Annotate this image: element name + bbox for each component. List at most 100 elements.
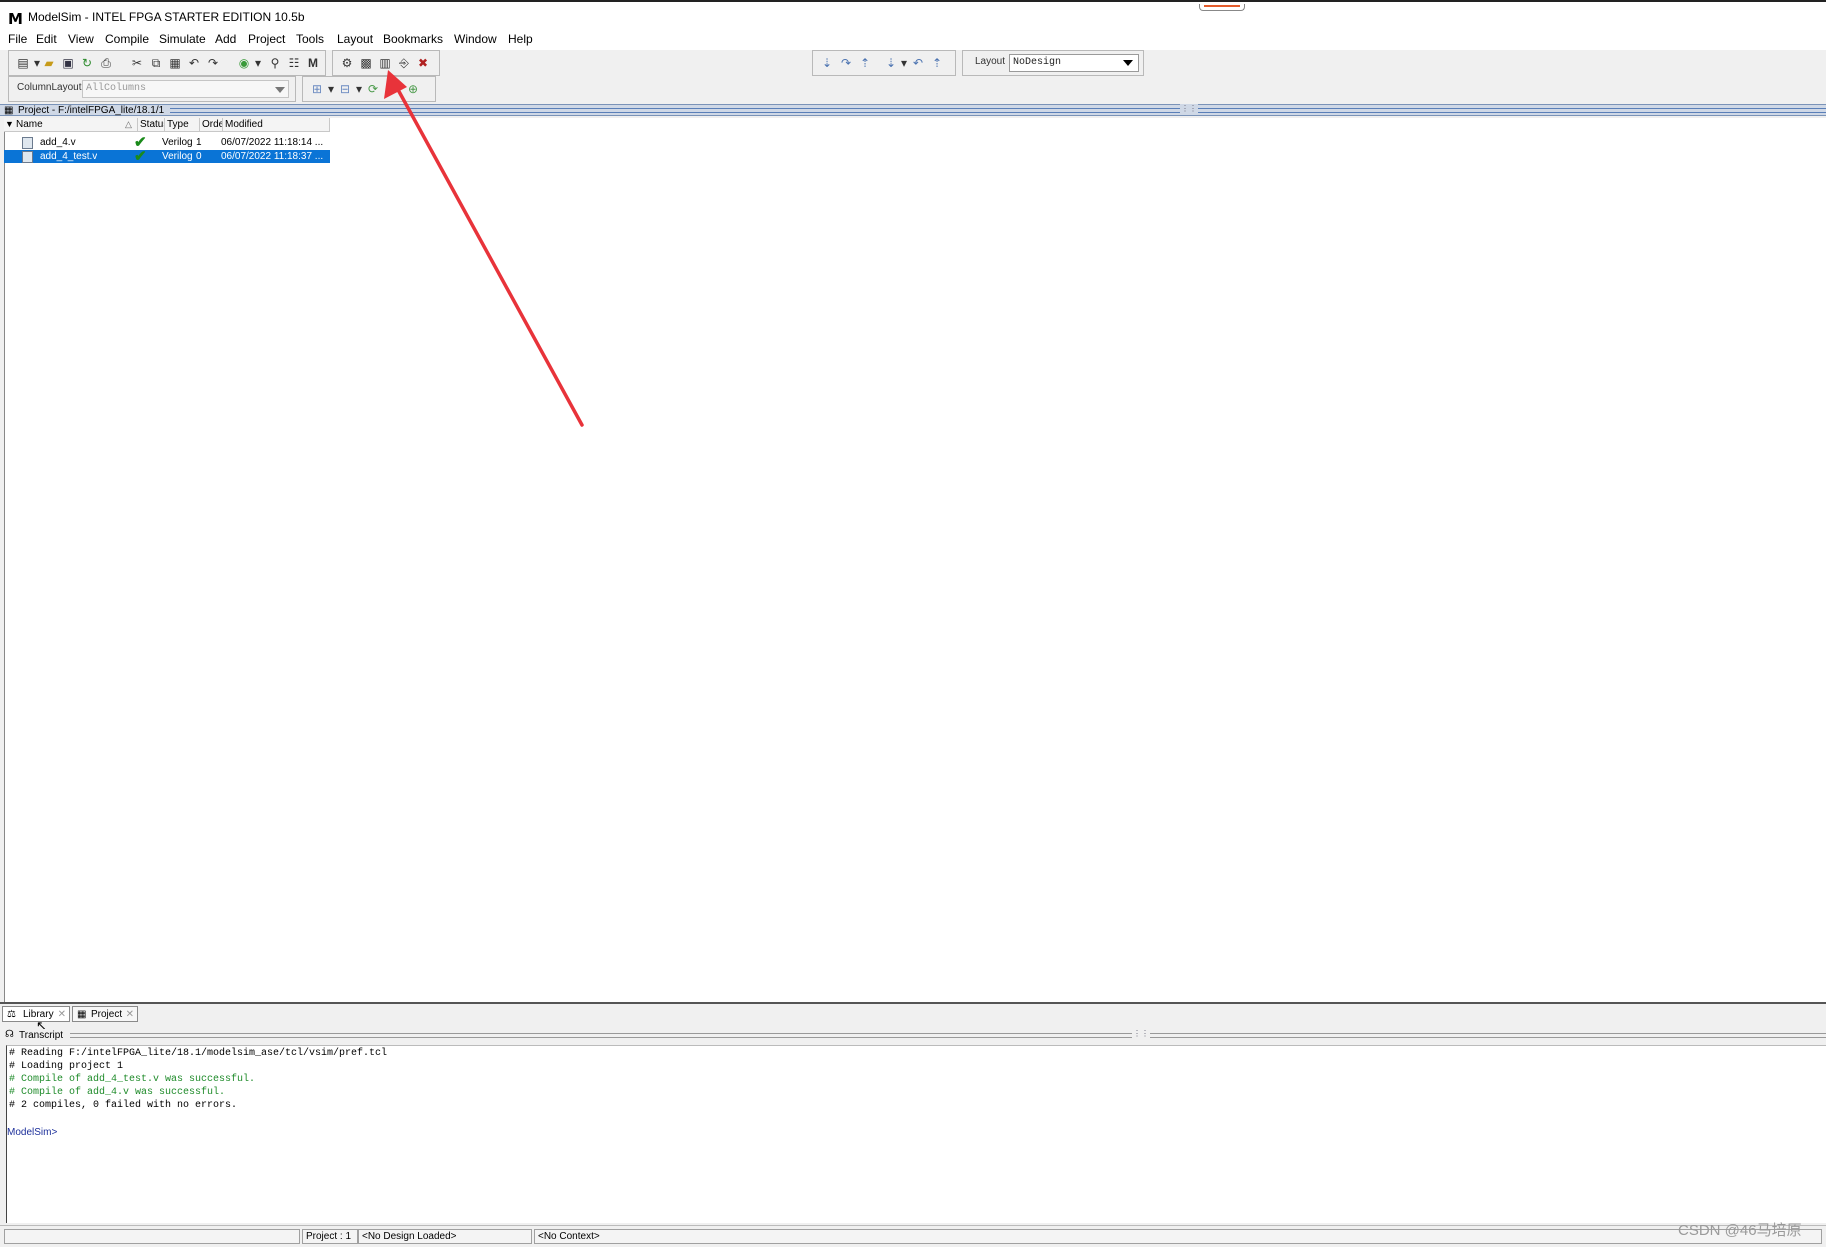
project-row[interactable]: add_4.v ✔ Verilog 1 06/07/2022 11:18:14 … — [4, 134, 330, 151]
file-name: add_4_test.v — [40, 151, 98, 162]
file-modified: 06/07/2022 11:18:14 ... — [221, 137, 324, 148]
transcript-line: # 2 compiles, 0 failed with no errors. — [9, 1100, 238, 1111]
transcript-header: ☊ Transcript ⋮⋮ — [0, 1029, 1826, 1043]
file-modified: 06/07/2022 11:18:37 ... — [221, 151, 324, 162]
menu-tools[interactable]: Tools — [296, 32, 324, 46]
project-pane-icon: ▦ — [4, 105, 14, 116]
transcript-line: # Compile of add_4.v was successful. — [9, 1087, 226, 1098]
transcript-line: # Loading project 1 — [9, 1061, 124, 1072]
chevron-down-icon[interactable] — [1123, 60, 1133, 66]
file-order: 1 — [196, 137, 202, 148]
menu-help[interactable]: Help — [508, 32, 533, 46]
column-layout-select[interactable]: AllColumns — [82, 80, 289, 98]
tab-project[interactable]: ▦ Project ✕ — [72, 1006, 138, 1022]
tab-project-label: Project — [91, 1009, 123, 1020]
file-toolbar: ▤ ▾ ▰ ▣ ↻ ⎙ ✂ ⧉ ▦ ↶ ↷ ◉ ▾ ⚲ ☷ M — [8, 50, 326, 76]
step-toolbar: ⇣ ↷ ⇡ ⇣ ▾ ↶ ⇡ — [812, 50, 956, 76]
status-design: <No Design Loaded> — [358, 1229, 532, 1244]
menu-compile[interactable]: Compile — [105, 32, 149, 46]
step-out-icon[interactable]: ⇡ — [857, 55, 873, 71]
undo-icon[interactable]: ↶ — [186, 55, 202, 71]
toolbar-row-2: ColumnLayout AllColumns ⊞ ▾ ⊟ ▾ ⟳ ▭ ⊕ — [0, 76, 1826, 102]
pane-divider — [70, 1033, 1826, 1038]
print-icon[interactable]: ⎙ — [98, 55, 114, 71]
paste-icon[interactable]: ▦ — [167, 55, 183, 71]
menu-bookmarks[interactable]: Bookmarks — [383, 32, 443, 46]
project-pane-header: ▦ Project - F:/intelFPGA_lite/18.1/1 ⋮⋮ — [0, 104, 1826, 116]
dropdown-arrow-icon[interactable]: ▾ — [250, 55, 266, 71]
step-back-icon[interactable]: ↶ — [910, 55, 926, 71]
menu-view[interactable]: View — [68, 32, 94, 46]
column-modified[interactable]: Modified — [223, 118, 330, 132]
menu-edit[interactable]: Edit — [36, 32, 57, 46]
pane-grip-icon[interactable]: ⋮⋮ — [1180, 104, 1198, 114]
compile-all-icon[interactable]: ▩ — [358, 55, 374, 71]
command-prompt[interactable]: ModelSim> — [7, 1127, 57, 1138]
project-compile-icon[interactable]: ⊕ — [405, 81, 421, 97]
menu-simulate[interactable]: Simulate — [159, 32, 206, 46]
layout-toolbar: Layout NoDesign — [962, 50, 1144, 76]
open-folder-icon[interactable]: ▰ — [41, 55, 57, 71]
menu-bar: File Edit View Compile Simulate Add Proj… — [0, 30, 1826, 50]
close-icon[interactable]: ✕ — [126, 1007, 134, 1022]
redo-icon[interactable]: ↷ — [205, 55, 221, 71]
menu-add[interactable]: Add — [215, 32, 236, 46]
compile-icon[interactable]: ⚙ — [339, 55, 355, 71]
sort-ascending-icon[interactable]: △ — [125, 119, 132, 130]
project-row-selected[interactable]: add_4_test.v ✔ Verilog 0 06/07/2022 11:1… — [4, 148, 330, 165]
layout-select[interactable]: NoDesign — [1009, 54, 1139, 72]
modelsim-logo-icon: M — [8, 10, 23, 28]
watermark: CSDN @46马培原 — [1678, 1222, 1802, 1239]
project-column-header: ▼ Name △ Status Type Order Modified — [4, 118, 330, 132]
column-order[interactable]: Order — [200, 118, 223, 132]
find-binoculars-icon[interactable]: ⚲ — [267, 55, 283, 71]
pane-divider — [170, 108, 1826, 113]
toolbar-row-1: ▤ ▾ ▰ ▣ ↻ ⎙ ✂ ⧉ ▦ ↶ ↷ ◉ ▾ ⚲ ☷ M ⚙ ▩ ▥ ⎆ … — [0, 50, 1826, 76]
project-icon: ▦ — [77, 1009, 87, 1020]
restart-step-icon[interactable]: ⇡ — [929, 55, 945, 71]
column-layout-value: AllColumns — [86, 83, 147, 94]
refresh-project-icon[interactable]: ⟳ — [365, 81, 381, 97]
column-name[interactable]: Name — [14, 118, 138, 132]
filter-icon[interactable]: ▼ — [5, 119, 14, 129]
step-over-icon[interactable]: ↷ — [838, 55, 854, 71]
transcript-console[interactable]: # Reading F:/intelFPGA_lite/18.1/modelsi… — [6, 1045, 1826, 1223]
status-empty-field — [4, 1229, 300, 1244]
status-bar: Project : 1 <No Design Loaded> <No Conte… — [0, 1225, 1826, 1247]
window-title: ModelSim - INTEL FPGA STARTER EDITION 10… — [28, 10, 305, 24]
menu-layout[interactable]: Layout — [337, 32, 373, 46]
break-icon[interactable]: ✖ — [415, 55, 431, 71]
menu-file[interactable]: File — [8, 32, 27, 46]
modelsim-m-icon[interactable]: M — [305, 55, 321, 71]
column-layout-label: ColumnLayout — [17, 82, 82, 93]
cut-icon[interactable]: ✂ — [129, 55, 145, 71]
window-grip-handle[interactable] — [1199, 4, 1245, 11]
column-type[interactable]: Type — [165, 118, 200, 132]
file-order: 0 — [196, 151, 202, 162]
reload-icon[interactable]: ↻ — [79, 55, 95, 71]
step-into-icon[interactable]: ⇣ — [819, 55, 835, 71]
pane-grip-icon[interactable]: ⋮⋮ — [1132, 1029, 1150, 1039]
save-icon[interactable]: ▣ — [60, 55, 76, 71]
transcript-title: Transcript — [19, 1030, 64, 1041]
chevron-down-icon[interactable] — [275, 87, 285, 93]
verilog-file-icon — [22, 137, 33, 149]
menu-project[interactable]: Project — [248, 32, 285, 46]
column-layout-toolbar: ColumnLayout AllColumns — [8, 76, 296, 102]
compile-toolbar: ⚙ ▩ ▥ ⎆ ✖ — [332, 50, 440, 76]
close-icon[interactable]: ✕ — [58, 1007, 66, 1022]
compile-options-icon[interactable]: ▥ — [377, 55, 393, 71]
copy-icon[interactable]: ⧉ — [148, 55, 164, 71]
simulate-icon[interactable]: ⎆ — [396, 55, 412, 71]
verilog-file-icon — [22, 151, 33, 163]
project-folder-icon[interactable]: ▭ — [385, 81, 401, 97]
file-name: add_4.v — [40, 137, 76, 148]
properties-icon[interactable]: ☷ — [286, 55, 302, 71]
title-bar: M ModelSim - INTEL FPGA STARTER EDITION … — [0, 0, 1826, 30]
library-icon: ⚖ — [7, 1009, 16, 1020]
transcript-icon: ☊ — [5, 1029, 14, 1040]
column-status[interactable]: Status — [138, 118, 165, 132]
pane-tabs: ⚖ Library ✕ ▦ Project ✕ ↖ — [0, 1002, 1826, 1033]
status-project: Project : 1 — [302, 1229, 358, 1244]
menu-window[interactable]: Window — [454, 32, 497, 46]
